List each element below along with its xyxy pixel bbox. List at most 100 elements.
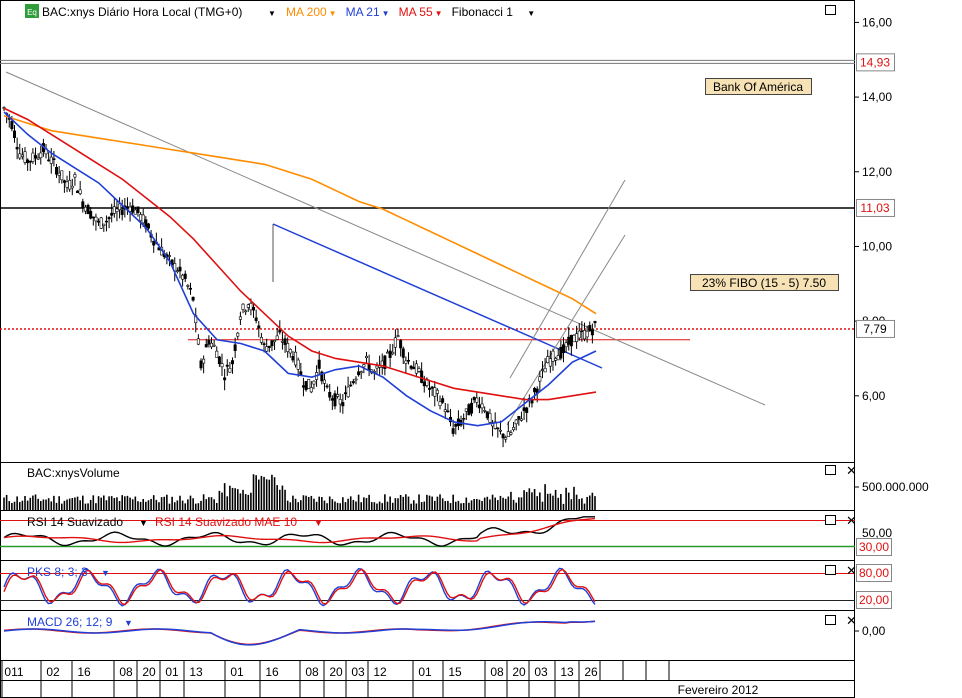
x-axis-label: 01	[418, 665, 432, 679]
rsi-maximize-icon[interactable]	[825, 515, 836, 525]
symbol-title[interactable]: BAC:xnys Diário Hora Local (TMG+0)	[42, 5, 242, 19]
candle-body	[13, 130, 17, 138]
pks-title[interactable]: PKS 8; 3; 3	[27, 565, 88, 579]
pks-panel[interactable]	[0, 560, 855, 611]
volume-bar	[486, 496, 489, 510]
volume-bar	[499, 495, 502, 510]
volume-bar	[307, 496, 310, 510]
macd-maximize-icon[interactable]	[825, 615, 836, 625]
symbol-dropdown-icon[interactable]: ▼	[268, 9, 276, 18]
candle-body	[246, 304, 250, 308]
candle-body	[483, 410, 487, 412]
volume-maximize-icon[interactable]	[825, 465, 836, 475]
volume-bar	[539, 492, 541, 510]
x-axis-label: 15	[448, 665, 462, 679]
volume-bar	[50, 501, 53, 510]
candle-body	[267, 345, 271, 348]
volume-bar	[512, 499, 515, 510]
volume-bar	[591, 492, 594, 510]
volume-bar	[8, 501, 11, 510]
volume-bar	[544, 484, 546, 510]
candle-body	[590, 329, 594, 336]
study-dropdown-icon[interactable]: ▼	[329, 9, 337, 18]
price-tick-label: 12,00	[862, 165, 892, 179]
candle-body	[554, 358, 558, 361]
volume-title[interactable]: BAC:xnysVolume	[27, 466, 120, 480]
chart-canvas[interactable]: Eq BAC:xnys Diário Hora Local (TMG+0) MA…	[0, 0, 962, 698]
volume-bar	[528, 488, 531, 510]
macd-close-icon[interactable]: ✕	[846, 613, 857, 628]
study-legend[interactable]: MA 200 ▼ MA 21 ▼ MA 55 ▼ Fibonacci 1 ▼▼	[268, 5, 535, 19]
volume-bar	[415, 503, 418, 510]
macd-dropdown-icon[interactable]: ▼	[124, 618, 133, 628]
candle-body	[83, 206, 87, 212]
candle-body	[238, 316, 242, 320]
volume-bar	[158, 502, 160, 510]
volume-bar	[252, 474, 255, 510]
candle-body	[548, 358, 552, 367]
candle-body	[325, 385, 329, 388]
price-panel[interactable]	[0, 0, 855, 463]
candle-body	[241, 303, 245, 310]
volume-bar	[365, 498, 368, 510]
volume-bar	[491, 494, 494, 510]
rsi-mae-title[interactable]: RSI 14 Suavizado MAE 10	[155, 515, 297, 529]
study-dropdown-icon[interactable]: ▼	[382, 9, 390, 18]
pks-close-icon[interactable]: ✕	[846, 563, 857, 578]
candle-body	[296, 359, 300, 370]
volume-bar	[494, 497, 496, 510]
candle-body	[412, 366, 416, 370]
volume-bar	[546, 493, 549, 510]
volume-bar	[58, 496, 60, 510]
rsi-close-icon[interactable]: ✕	[846, 513, 857, 528]
volume-bar	[531, 492, 533, 510]
volume-bar	[226, 496, 229, 510]
volume-bar	[42, 499, 45, 510]
volume-bar	[68, 498, 71, 510]
rsi-mae-dropdown-icon[interactable]: ▼	[314, 518, 323, 528]
volume-bar	[502, 497, 504, 510]
volume-bar	[97, 496, 100, 510]
candle-body	[228, 368, 232, 373]
study-dropdown-icon[interactable]: ▼	[435, 9, 443, 18]
month-label: Fevereiro 2012	[678, 683, 759, 697]
rsi-dropdown-icon[interactable]: ▼	[139, 518, 148, 528]
rsi-title[interactable]: RSI 14 Suavizado	[27, 515, 123, 529]
volume-bar	[310, 495, 313, 510]
candle-body	[31, 152, 35, 162]
volume-bar	[147, 500, 150, 510]
study-label[interactable]: Fibonacci 1	[452, 5, 514, 19]
candle-body	[91, 216, 95, 219]
candle-body	[236, 332, 240, 337]
candle-body	[462, 418, 466, 420]
volume-bar	[79, 500, 81, 510]
volume-bar	[402, 496, 405, 510]
candle-body	[220, 363, 224, 368]
candle-body	[118, 203, 122, 211]
volume-close-icon[interactable]: ✕	[846, 463, 857, 478]
maximize-icon[interactable]	[825, 5, 836, 15]
candle-body	[36, 157, 40, 160]
volume-bar	[110, 496, 113, 510]
candle-body	[76, 190, 80, 194]
macd-title[interactable]: MACD 26; 12; 9	[27, 615, 113, 629]
study-label[interactable]: MA 55	[399, 5, 433, 19]
candle-body	[265, 346, 269, 352]
pks-dropdown-icon[interactable]: ▼	[101, 568, 110, 578]
pks-maximize-icon[interactable]	[825, 565, 836, 575]
study-dropdown-icon[interactable]: ▼	[527, 9, 535, 18]
study-label[interactable]: MA 200	[286, 5, 327, 19]
volume-bar	[389, 496, 391, 510]
x-axis-label: 13	[189, 665, 203, 679]
volume-bar	[24, 495, 26, 510]
volume-bar	[173, 502, 176, 510]
candle-body	[275, 335, 279, 340]
candle-body	[23, 151, 27, 163]
fibo-label: 23% FIBO (15 - 5) 7.50	[702, 276, 826, 290]
study-label[interactable]: MA 21	[346, 5, 380, 19]
candle-body	[254, 317, 258, 321]
volume-bar	[242, 489, 244, 510]
volume-bar	[184, 503, 187, 510]
volume-bar	[578, 499, 581, 510]
volume-bar	[560, 494, 562, 510]
